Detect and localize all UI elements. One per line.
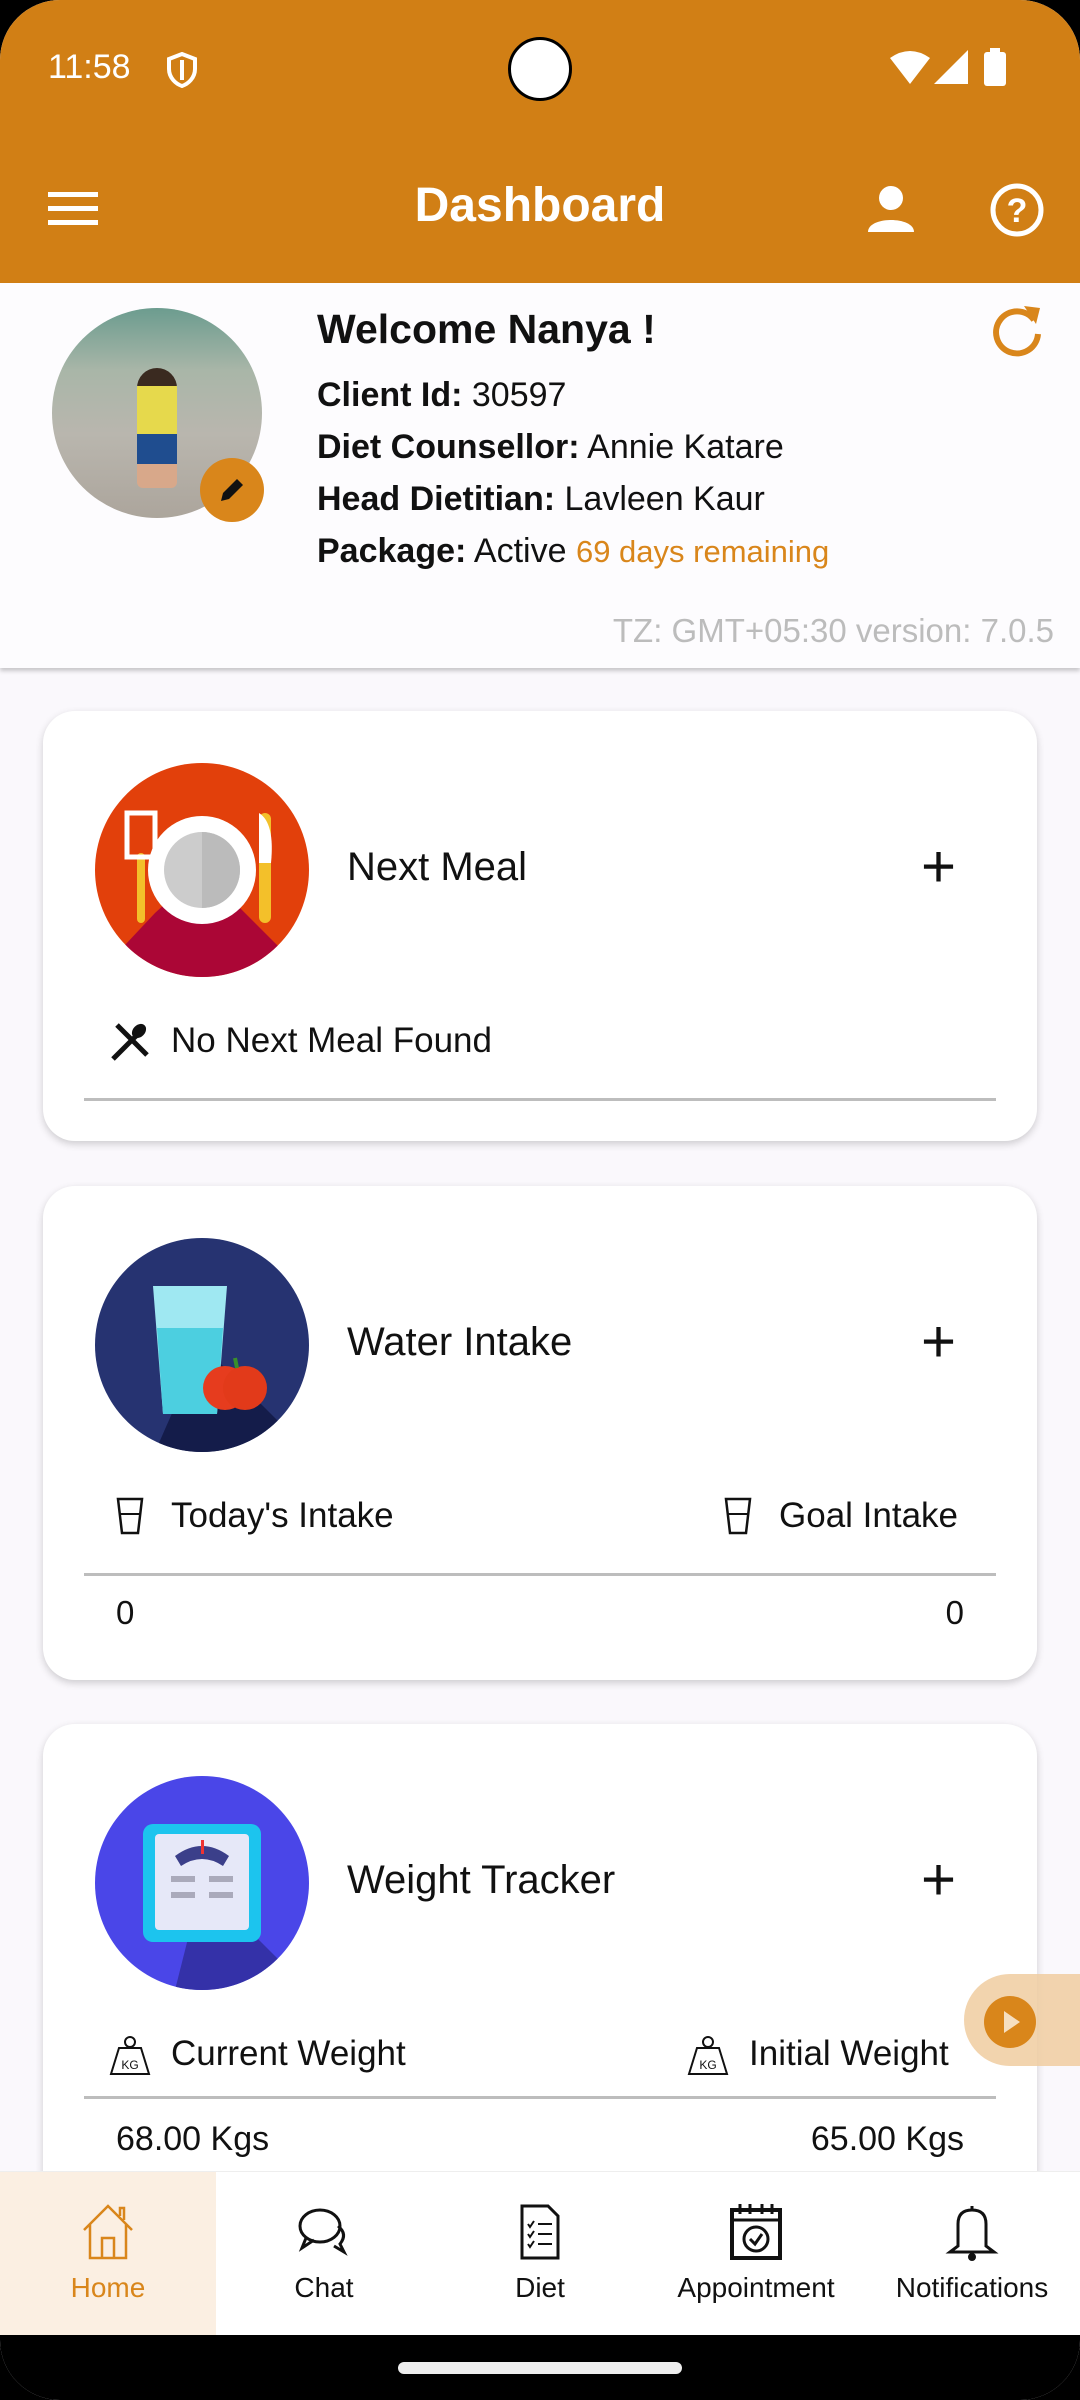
home-icon [83,2204,133,2260]
add-water-button[interactable]: + [921,1312,956,1372]
current-weight-value: 68.00 Kgs [116,2120,270,2158]
nav-chat[interactable]: Chat [216,2172,432,2336]
edit-avatar-button[interactable] [200,458,264,522]
nav-chat-label: Chat [294,2272,354,2303]
glass-icon [116,1497,144,1535]
dietitian-value: Lavleen Kaur [564,480,765,518]
divider [84,1573,996,1576]
client-id-label: Client Id: [317,376,463,414]
pencil-icon [221,479,243,501]
goal-intake-value: 0 [945,1594,964,1631]
current-weight-label: Current Weight [171,2034,406,2073]
water-intake-title: Water Intake [347,1320,573,1364]
avatar-photo [137,368,177,488]
signal-icon [934,50,968,84]
home-handle[interactable] [398,2362,682,2374]
weight-kg-icon: KG [687,2036,729,2075]
help-icon[interactable]: ? [990,183,1044,237]
initial-weight-label: Initial Weight [749,2034,949,2073]
meal-icon [95,763,309,977]
bell-icon [945,2206,999,2261]
play-icon [984,1996,1036,2048]
utensils-icon [111,1023,149,1061]
camera-cutout [508,37,572,101]
scale-icon [95,1776,309,1990]
counsellor-value: Annie Katare [587,428,784,466]
nav-notifications-label: Notifications [895,2272,1049,2303]
diet-checklist-icon [520,2204,560,2260]
svg-text:KG: KG [121,2058,138,2072]
head-dietitian: Head Dietitian: Lavleen Kaur [317,480,765,519]
goal-intake-label: Goal Intake [779,1496,958,1535]
divider [84,1098,996,1101]
package: Package: Active 69 days remaining [317,532,829,571]
nav-appointment[interactable]: Appointment [648,2172,864,2336]
calendar-icon [730,2204,782,2260]
floating-play-tab[interactable] [964,1974,1080,2066]
battery-icon [984,48,1006,86]
water-intake-card[interactable]: Water Intake + Today's Intake Goal Intak… [43,1186,1037,1680]
welcome-text: Welcome Nanya ! [317,306,656,352]
today-intake-label: Today's Intake [171,1496,394,1535]
weight-kg-icon: KG [109,2036,151,2075]
client-id-value: 30597 [471,376,567,414]
version-info: TZ: GMT+05:30 version: 7.0.5 [612,612,1054,649]
chat-icon [298,2208,348,2256]
bottom-nav: Home Chat Diet Appointment Notifications [0,2171,1080,2336]
nav-notifications[interactable]: Notifications [864,2172,1080,2336]
divider [84,2096,996,2099]
initial-weight-value: 65.00 Kgs [810,2120,964,2158]
svg-text:?: ? [1007,192,1028,230]
wifi-icon [890,51,930,84]
shield-icon [167,52,197,88]
nav-home[interactable]: Home [0,2172,216,2336]
nav-diet[interactable]: Diet [432,2172,648,2336]
refresh-icon[interactable] [988,302,1046,360]
next-meal-card[interactable]: Next Meal + No Next Meal Found [43,711,1037,1141]
client-id: Client Id: 30597 [317,376,566,415]
page-title: Dashboard [414,179,666,232]
package-status: Active [473,532,567,570]
dietitian-label: Head Dietitian: [317,480,556,518]
nav-home-label: Home [70,2272,146,2303]
water-icon [95,1238,309,1452]
add-weight-button[interactable]: + [921,1850,956,1910]
status-time: 11:58 [48,48,131,86]
add-meal-button[interactable]: + [921,837,956,897]
screen: 11:58 Dashboard ? Welcome Nanya ! Client… [0,0,1080,2400]
next-meal-title: Next Meal [347,845,528,889]
package-label: Package: [317,532,467,570]
nav-appointment-label: Appointment [677,2272,835,2303]
weight-tracker-title: Weight Tracker [347,1858,616,1902]
profile-icon[interactable] [866,186,916,232]
nav-diet-label: Diet [515,2272,565,2303]
today-intake-value: 0 [116,1594,135,1631]
diet-counsellor: Diet Counsellor: Annie Katare [317,428,784,467]
counsellor-label: Diet Counsellor: [317,428,580,466]
no-meal-text: No Next Meal Found [171,1021,492,1060]
glass-icon [724,1497,752,1535]
package-remaining: 69 days remaining [575,534,830,569]
svg-text:KG: KG [699,2058,716,2072]
